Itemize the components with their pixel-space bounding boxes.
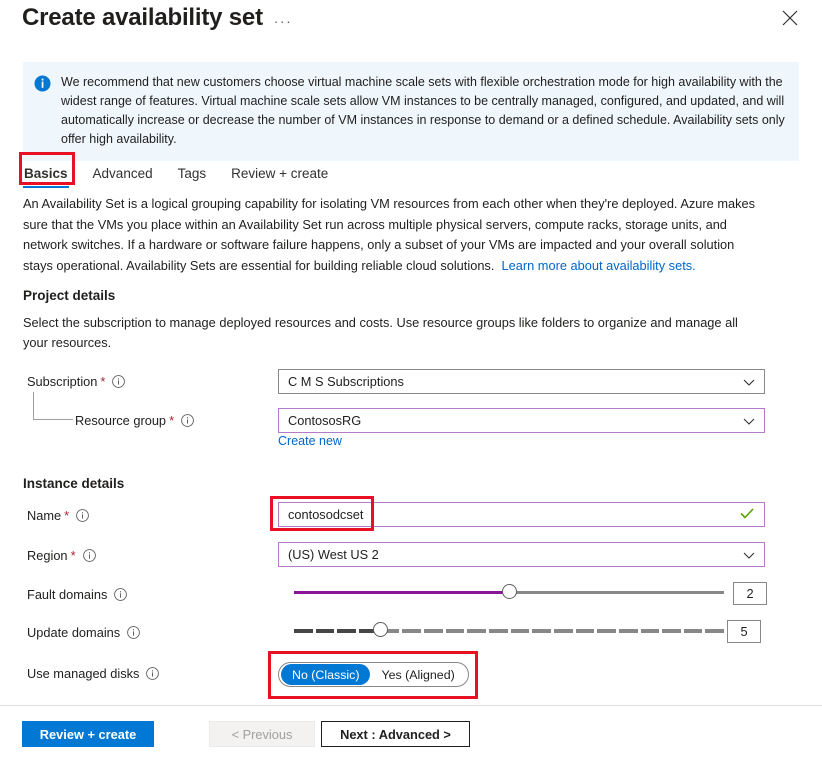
- dialog-header: Create availability set ···: [0, 0, 822, 48]
- subscription-dropdown[interactable]: C M S Subscriptions: [278, 369, 765, 394]
- label-update-domains: Update domains: [27, 625, 140, 640]
- subscription-value: C M S Subscriptions: [288, 374, 404, 389]
- slider-tick: [294, 629, 313, 633]
- tab-basics-label: Basics: [24, 166, 68, 181]
- availability-set-description: An Availability Set is a logical groupin…: [23, 194, 763, 276]
- slider-tick: [597, 629, 616, 633]
- learn-more-link[interactable]: Learn more about availability sets.: [502, 258, 696, 273]
- info-icon[interactable]: [114, 588, 127, 601]
- label-use-managed-disks: Use managed disks: [27, 666, 159, 681]
- slider-tick: [532, 629, 551, 633]
- info-icon[interactable]: [181, 414, 194, 427]
- slider-thumb[interactable]: [373, 622, 388, 637]
- slider-tick: [424, 629, 443, 633]
- label-use-managed-disks-text: Use managed disks: [27, 666, 139, 681]
- name-input[interactable]: contosodcset: [278, 502, 765, 527]
- slider-tick: [511, 629, 530, 633]
- toggle-option-no-classic[interactable]: No (Classic): [281, 664, 370, 685]
- label-resource-group-text: Resource group: [75, 413, 166, 428]
- required-marker: *: [100, 375, 105, 388]
- label-region: Region *: [27, 548, 96, 563]
- checkmark-icon: [740, 507, 754, 522]
- page-title: Create availability set: [22, 4, 263, 32]
- region-dropdown[interactable]: (US) West US 2: [278, 542, 765, 567]
- slider-tick: [662, 629, 681, 633]
- slider-tick: [641, 629, 660, 633]
- previous-button[interactable]: < Previous: [209, 721, 315, 747]
- update-domains-value: 5: [727, 620, 761, 643]
- section-title-instance-details: Instance details: [23, 476, 124, 491]
- tab-basics[interactable]: Basics: [23, 164, 69, 183]
- info-icon[interactable]: [146, 667, 159, 680]
- create-new-resource-group-link[interactable]: Create new: [278, 434, 342, 448]
- label-fault-domains: Fault domains: [27, 587, 127, 602]
- label-name: Name *: [27, 508, 89, 523]
- required-marker: *: [64, 509, 69, 522]
- footer-divider: [0, 705, 822, 706]
- hierarchy-connector: [33, 392, 73, 420]
- tab-advanced[interactable]: Advanced: [92, 164, 154, 183]
- fault-domains-slider[interactable]: [294, 582, 724, 602]
- chevron-down-icon: [743, 547, 755, 562]
- slider-tick: [337, 629, 356, 633]
- slider-tick: [705, 629, 724, 633]
- slider-tick: [446, 629, 465, 633]
- required-marker: *: [169, 414, 174, 427]
- label-update-domains-text: Update domains: [27, 625, 120, 640]
- update-domains-slider[interactable]: [294, 620, 724, 640]
- required-marker: *: [71, 549, 76, 562]
- name-input-value: contosodcset: [288, 507, 363, 522]
- close-icon[interactable]: [778, 6, 802, 30]
- tab-review-create[interactable]: Review + create: [230, 164, 329, 183]
- chevron-down-icon: [743, 374, 755, 389]
- tab-active-indicator: [23, 186, 69, 188]
- resource-group-dropdown[interactable]: ContososRG: [278, 408, 765, 433]
- label-fault-domains-text: Fault domains: [27, 587, 107, 602]
- slider-fill: [294, 591, 509, 594]
- tab-tags[interactable]: Tags: [177, 164, 208, 183]
- banner-text: We recommend that new customers choose v…: [61, 73, 787, 149]
- fault-domains-value: 2: [733, 582, 767, 605]
- review-create-button[interactable]: Review + create: [22, 721, 154, 747]
- slider-tick: [619, 629, 638, 633]
- slider-tick: [576, 629, 595, 633]
- section-title-project-details: Project details: [23, 288, 115, 303]
- tab-bar: Basics Advanced Tags Review + create: [23, 157, 352, 183]
- slider-tick-marks: [294, 629, 724, 633]
- region-value: (US) West US 2: [288, 547, 379, 562]
- use-managed-disks-toggle[interactable]: No (Classic) Yes (Aligned): [278, 662, 469, 687]
- info-circle-icon: [34, 75, 51, 92]
- ellipsis-icon[interactable]: ···: [272, 12, 294, 30]
- label-subscription-text: Subscription: [27, 374, 97, 389]
- toggle-option-yes-aligned[interactable]: Yes (Aligned): [370, 664, 465, 685]
- slider-tick: [554, 629, 573, 633]
- slider-tick: [402, 629, 421, 633]
- label-region-text: Region: [27, 548, 68, 563]
- info-icon[interactable]: [112, 375, 125, 388]
- slider-tick: [489, 629, 508, 633]
- info-icon[interactable]: [127, 626, 140, 639]
- info-icon[interactable]: [76, 509, 89, 522]
- slider-tick: [316, 629, 335, 633]
- next-advanced-button[interactable]: Next : Advanced >: [321, 721, 470, 747]
- slider-tick: [684, 629, 703, 633]
- info-icon[interactable]: [83, 549, 96, 562]
- label-name-text: Name: [27, 508, 61, 523]
- chevron-down-icon: [743, 413, 755, 428]
- label-subscription: Subscription *: [27, 374, 125, 389]
- slider-tick: [467, 629, 486, 633]
- resource-group-value: ContososRG: [288, 413, 361, 428]
- slider-thumb[interactable]: [502, 584, 517, 599]
- label-resource-group: Resource group *: [75, 413, 194, 428]
- recommendation-banner: We recommend that new customers choose v…: [23, 62, 799, 161]
- section-desc-project-details: Select the subscription to manage deploy…: [23, 313, 763, 353]
